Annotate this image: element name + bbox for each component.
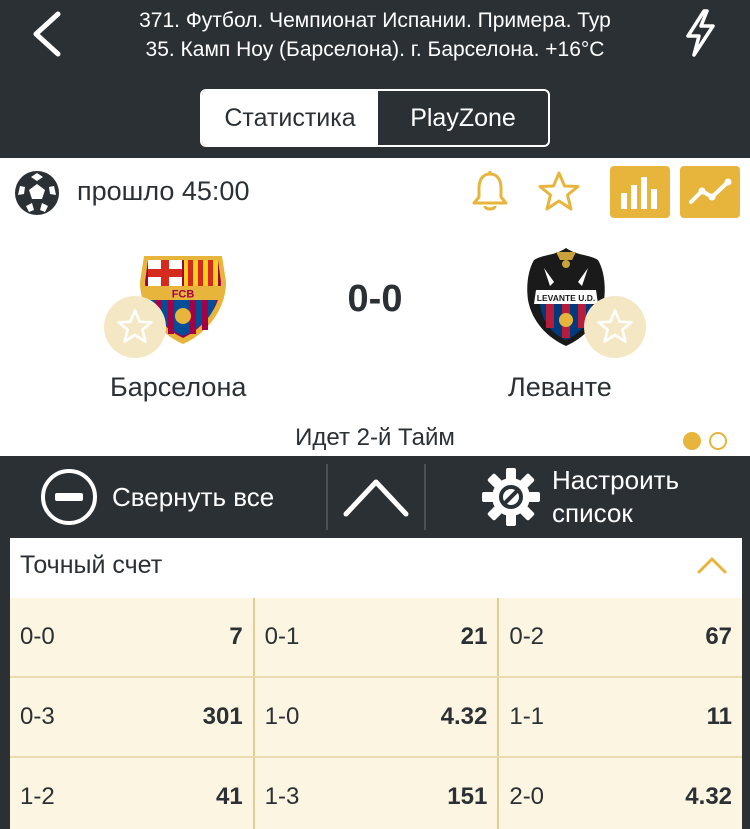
configure-list-button[interactable]: Настроить список — [480, 464, 740, 530]
score-label: 0-1 — [264, 623, 300, 650]
scroll-up-button[interactable] — [330, 468, 422, 526]
market-header[interactable]: Точный счет — [10, 538, 742, 598]
home-team-name: Барселона — [110, 372, 247, 402]
configure-list-label: Настроить список — [552, 464, 679, 530]
odds-value: 21 — [460, 623, 488, 650]
collapse-all-button[interactable]: Свернуть все — [40, 468, 320, 526]
away-team-name: Леванте — [508, 372, 612, 402]
odds-cell[interactable]: 1-2 41 — [10, 758, 253, 829]
odds-cell[interactable]: 0-1 21 — [252, 598, 498, 676]
crest-away-text: LEVANTE U.D. — [537, 293, 595, 303]
odds-cell[interactable]: 2-0 4.32 — [497, 758, 742, 829]
elapsed-time: прошло 45:00 — [77, 176, 250, 206]
soccer-ball-icon — [15, 171, 59, 215]
match-score: 0-0 — [347, 278, 403, 320]
market-title: Точный счет — [20, 551, 163, 579]
pager-dot-active[interactable] — [683, 432, 701, 450]
market-toolbar: Свернуть все Настроить список — [0, 458, 750, 536]
favorite-away-button[interactable] — [584, 296, 646, 358]
live-bolt-button[interactable] — [680, 8, 720, 58]
tab-playzone[interactable]: PlayZone — [378, 91, 548, 145]
favorite-home-button[interactable] — [104, 296, 166, 358]
match-title: 371. Футбол. Чемпионат Испании. Примера.… — [80, 6, 670, 64]
star-icon — [597, 309, 633, 343]
configure-label-line-1: Настроить — [552, 465, 680, 495]
bell-icon[interactable] — [469, 170, 511, 214]
odds-cell[interactable]: 0-0 7 — [10, 598, 253, 676]
card-pager — [683, 432, 727, 450]
star-icon — [117, 309, 153, 343]
odds-cell[interactable]: 1-1 11 — [497, 678, 742, 756]
odds-value: 4.32 — [685, 783, 733, 810]
chevron-up-icon — [343, 479, 409, 517]
title-line-2: 35. Камп Ноу (Барселона). г. Барселона. … — [145, 38, 605, 61]
title-line-1: 371. Футбол. Чемпионат Испании. Примера.… — [139, 9, 611, 32]
score-label: 1-0 — [264, 703, 300, 730]
odds-row: 0-3 301 1-0 4.32 1-1 11 — [10, 678, 742, 758]
odds-row: 0-0 7 0-1 21 0-2 67 — [10, 598, 742, 678]
lightning-icon — [686, 9, 715, 57]
odds-cell[interactable]: 0-2 67 — [497, 598, 742, 676]
odds-row: 1-2 41 1-3 151 2-0 4.32 — [10, 758, 742, 829]
toolbar-divider — [326, 464, 328, 530]
top-header: 371. Футбол. Чемпионат Испании. Примера.… — [0, 0, 750, 156]
view-switcher: Статистика PlayZone — [200, 89, 550, 147]
gear-icon — [482, 468, 540, 526]
odds-value: 7 — [229, 623, 243, 650]
trend-view-button[interactable] — [680, 166, 740, 218]
odds-grid: 0-0 7 0-1 21 0-2 67 0-3 301 1-0 4.32 1-1 11 1-… — [10, 598, 742, 829]
odds-cell[interactable]: 0-3 301 — [10, 678, 253, 756]
score-label: 1-2 — [20, 783, 55, 810]
odds-value: 11 — [706, 703, 733, 730]
score-label: 0-3 — [20, 703, 55, 730]
odds-value: 301 — [202, 703, 243, 730]
odds-value: 4.32 — [440, 703, 488, 730]
pager-dot[interactable] — [709, 432, 727, 450]
exact-score-market: Точный счет 0-0 7 0-1 21 0-2 67 0-3 301 1-0 4… — [10, 538, 742, 829]
odds-value: 41 — [215, 783, 243, 810]
crest-home-text: FCB — [172, 289, 195, 301]
trend-line-icon — [689, 178, 732, 204]
odds-cell[interactable]: 1-0 4.32 — [252, 678, 498, 756]
stats-view-button[interactable] — [610, 166, 670, 218]
score-label: 0-0 — [20, 623, 55, 650]
score-label: 1-3 — [264, 783, 300, 810]
back-chevron-icon — [33, 11, 61, 57]
configure-label-line-2: список — [552, 498, 633, 528]
match-card: прошло 45:00 FCB 0-0 LEVANTE U.D. Барсел… — [0, 158, 750, 456]
collapse-all-label: Свернуть все — [112, 481, 275, 512]
favorite-star-icon[interactable] — [537, 170, 581, 214]
toolbar-divider — [424, 464, 426, 530]
back-button[interactable] — [30, 10, 64, 58]
chevron-up-icon[interactable] — [696, 554, 728, 576]
score-label: 1-1 — [509, 703, 545, 730]
bar-chart-icon — [621, 177, 657, 209]
odds-value: 151 — [447, 783, 488, 810]
odds-value: 67 — [705, 623, 733, 650]
minus-circle-icon — [41, 469, 97, 525]
odds-cell[interactable]: 1-3 151 — [252, 758, 498, 829]
match-period: Идет 2-й Тайм — [295, 424, 455, 451]
score-label: 0-2 — [509, 623, 545, 650]
tab-statistics[interactable]: Статистика — [202, 91, 378, 145]
score-label: 2-0 — [509, 783, 545, 810]
